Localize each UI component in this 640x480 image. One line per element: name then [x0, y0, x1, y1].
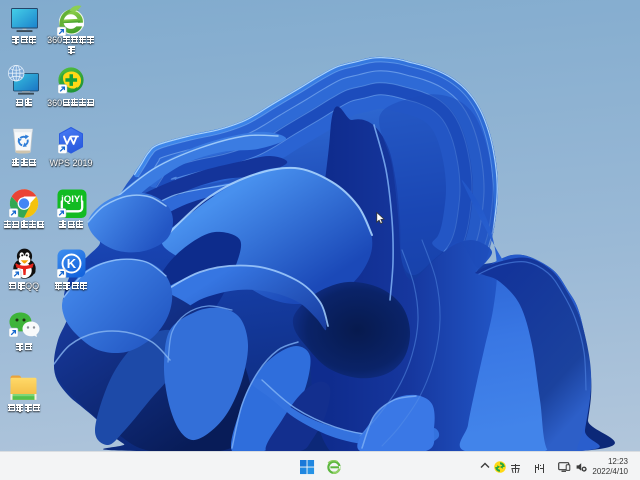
svg-text:iQIYI: iQIYI [61, 194, 83, 205]
svg-text:K: K [67, 256, 77, 271]
